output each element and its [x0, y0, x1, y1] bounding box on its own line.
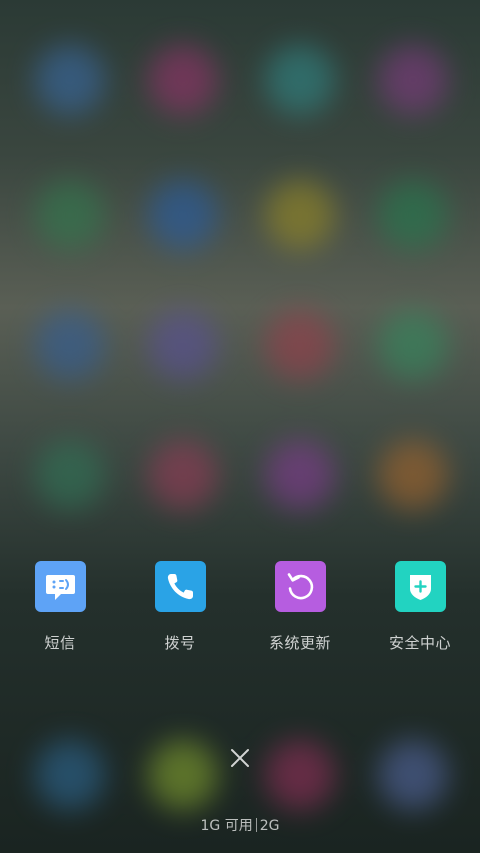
blurred-home-background — [0, 0, 480, 853]
memory-free: 1G 可用 — [200, 818, 253, 834]
shortcut-label: 安全中心 — [388, 634, 451, 652]
refresh-icon — [274, 561, 326, 612]
close-button[interactable] — [225, 743, 255, 773]
shortcut-messages[interactable]: 短信 — [0, 560, 120, 660]
message-icon — [34, 561, 86, 612]
shield-icon — [394, 561, 446, 612]
memory-status: 1G 可用 2G — [0, 815, 480, 835]
shortcut-system-update[interactable]: 系统更新 — [240, 560, 360, 660]
memory-divider — [255, 818, 257, 832]
shortcut-label: 短信 — [44, 634, 76, 652]
close-icon — [231, 749, 249, 767]
shortcut-label: 拨号 — [164, 634, 196, 652]
shortcut-dialer[interactable]: 拨号 — [120, 560, 240, 660]
phone-icon — [154, 561, 206, 612]
shortcut-row: 短信 拨号 系统更新 安全中心 — [0, 560, 480, 660]
memory-total: 2G — [259, 818, 280, 834]
shortcut-security-center[interactable]: 安全中心 — [360, 560, 480, 660]
shortcut-label: 系统更新 — [268, 634, 331, 652]
